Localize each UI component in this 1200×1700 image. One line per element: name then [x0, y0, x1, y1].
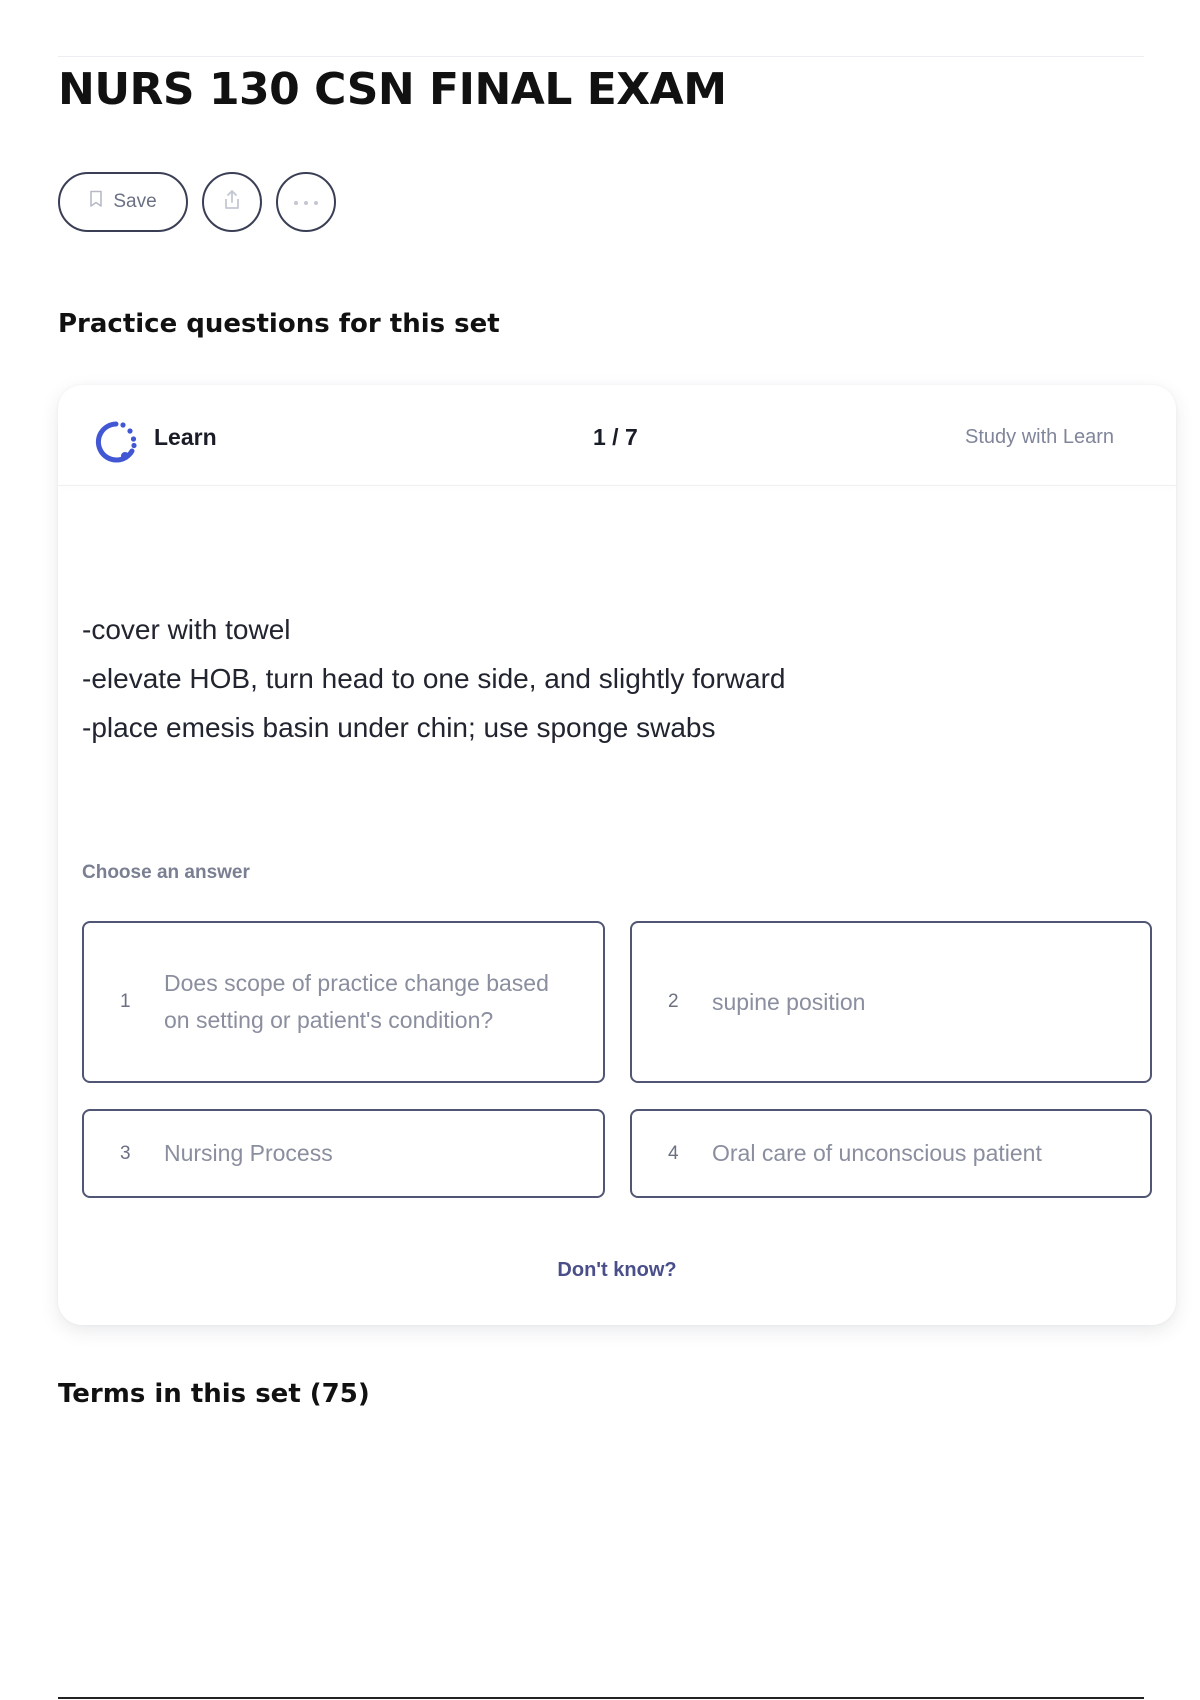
- bottom-divider: [58, 1697, 1144, 1699]
- answer-option-3[interactable]: 3 Nursing Process: [82, 1109, 605, 1198]
- top-divider: [58, 56, 1144, 57]
- action-bar: Save: [58, 172, 336, 232]
- option-text: supine position: [712, 988, 866, 1015]
- more-icon: [293, 193, 319, 211]
- option-number: 4: [668, 1142, 679, 1164]
- option-number: 2: [668, 991, 679, 1012]
- prompt-line: -cover with towel: [82, 614, 291, 645]
- learn-mode-label: Learn: [154, 424, 217, 450]
- option-number: 1: [120, 991, 131, 1012]
- option-text: Does scope of practice change based on s…: [164, 970, 549, 1033]
- share-icon: [220, 188, 244, 217]
- card-header: Learn 1 / 7 Study with Learn: [58, 385, 1176, 485]
- study-with-learn-link[interactable]: Study with Learn: [965, 426, 1114, 449]
- dont-know-link: Don't know?: [58, 1259, 1176, 1282]
- practice-question-card: Learn 1 / 7 Study with Learn -cover with…: [58, 385, 1176, 1325]
- learn-icon: [94, 420, 138, 469]
- dont-know-button[interactable]: Don't know?: [557, 1259, 676, 1281]
- save-button[interactable]: Save: [58, 172, 188, 232]
- question-prompt: -cover with towel -elevate HOB, turn hea…: [82, 605, 1082, 752]
- answer-option-2[interactable]: 2 supine position: [630, 921, 1152, 1083]
- option-number: 3: [120, 1142, 131, 1164]
- bookmark-icon: [89, 190, 103, 214]
- option-text: Nursing Process: [164, 1140, 333, 1166]
- page-title: NURS 130 CSN FINAL EXAM: [58, 64, 727, 115]
- practice-section-title: Practice questions for this set: [58, 309, 500, 339]
- card-divider: [58, 485, 1176, 486]
- question-counter: 1 / 7: [593, 424, 638, 450]
- prompt-line: -elevate HOB, turn head to one side, and…: [82, 663, 786, 694]
- answer-option-4[interactable]: 4 Oral care of unconscious patient: [630, 1109, 1152, 1198]
- more-options-button[interactable]: [276, 172, 336, 232]
- prompt-line: -place emesis basin under chin; use spon…: [82, 712, 716, 743]
- choose-answer-label: Choose an answer: [82, 862, 250, 883]
- save-label: Save: [113, 191, 157, 212]
- answer-option-1[interactable]: 1 Does scope of practice change based on…: [82, 921, 605, 1083]
- terms-section-title: Terms in this set (75): [58, 1379, 370, 1409]
- share-button[interactable]: [202, 172, 262, 232]
- option-text: Oral care of unconscious patient: [712, 1140, 1042, 1166]
